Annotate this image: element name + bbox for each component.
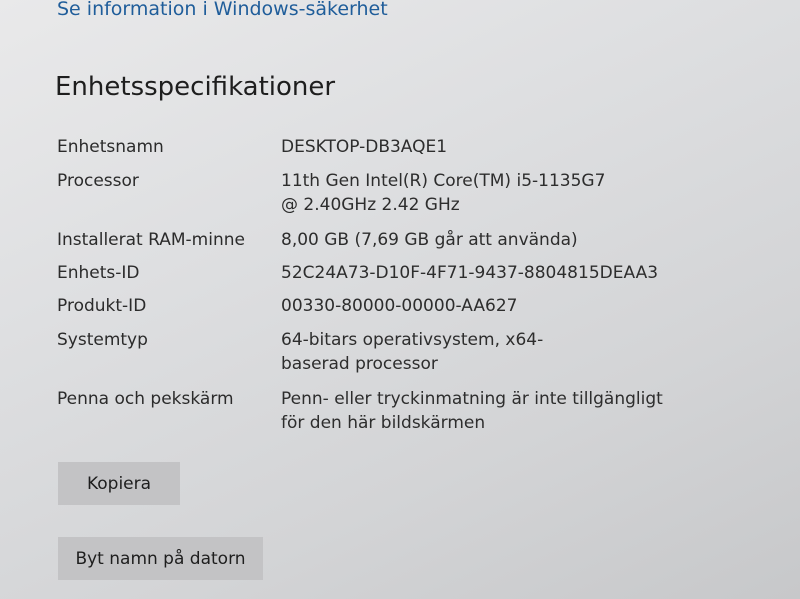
spec-value: 52C24A73-D10F-4F71-9437-8804815DEAA3 [281, 263, 659, 283]
spec-row-device-id: Enhets-ID 52C24A73-D10F-4F71-9437-880481… [57, 261, 757, 285]
windows-security-link[interactable]: Se information i Windows-säkerhet [57, 0, 388, 20]
spec-value: 11th Gen Intel(R) Core(TM) i5-1135G7 @ 2… [281, 171, 606, 215]
rename-pc-button[interactable]: Byt namn på datorn [58, 537, 263, 580]
spec-row-product-id: Produkt-ID 00330-80000-00000-AA627 [57, 294, 757, 318]
spec-value: Penn- eller tryckinmatning är inte tillg… [281, 389, 663, 433]
spec-value: 64-bitars operativsystem, x64-baserad pr… [281, 330, 544, 374]
spec-row-processor: Processor 11th Gen Intel(R) Core(TM) i5-… [57, 169, 757, 217]
device-specifications-list: Enhetsnamn DESKTOP-DB3AQE1 Processor 11t… [57, 135, 757, 435]
spec-label: Processor [57, 171, 139, 191]
spec-value: 00330-80000-00000-AA627 [281, 296, 518, 316]
spec-row-pen-and-touch: Penna och pekskärm Penn- eller tryckinma… [57, 387, 757, 435]
spec-label: Produkt-ID [57, 296, 147, 316]
spec-label: Installerat RAM-minne [57, 230, 245, 250]
spec-row-system-type: Systemtyp 64-bitars operativsystem, x64-… [57, 328, 757, 376]
copy-button[interactable]: Kopiera [58, 462, 180, 505]
spec-label: Enhets-ID [57, 263, 140, 283]
spec-label: Systemtyp [57, 330, 148, 350]
spec-value: 8,00 GB (7,69 GB går att använda) [281, 230, 578, 250]
spec-row-device-name: Enhetsnamn DESKTOP-DB3AQE1 [57, 135, 757, 159]
device-specifications-heading: Enhetsspecifikationer [55, 72, 336, 102]
spec-label: Penna och pekskärm [57, 389, 234, 409]
spec-row-installed-ram: Installerat RAM-minne 8,00 GB (7,69 GB g… [57, 228, 757, 252]
spec-value: DESKTOP-DB3AQE1 [281, 137, 448, 157]
spec-label: Enhetsnamn [57, 137, 164, 157]
